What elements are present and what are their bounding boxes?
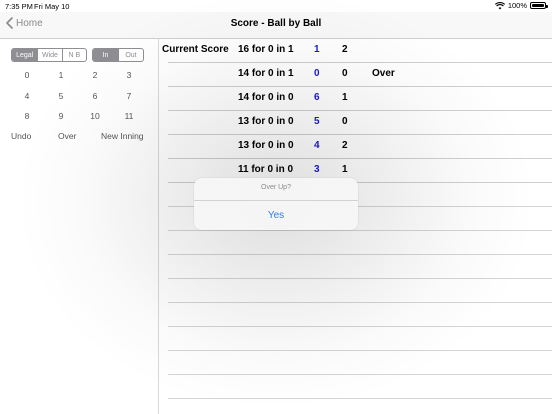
navigation-bar: Home Score - Ball by Ball	[0, 12, 552, 39]
runs-cell: 6	[314, 92, 320, 103]
key-1[interactable]: 1	[46, 70, 76, 80]
wifi-icon	[494, 1, 505, 9]
runs-cell: 5	[314, 116, 320, 127]
battery-icon	[530, 2, 548, 9]
key-8[interactable]: 8	[12, 111, 42, 121]
in-out-segmented-control: In Out	[92, 48, 144, 62]
segment-in[interactable]: In	[93, 49, 118, 61]
alert-title: Over Up?	[261, 184, 291, 191]
empty-row	[168, 303, 552, 327]
empty-row	[168, 231, 552, 255]
empty-row	[168, 375, 552, 399]
runs-cell: 3	[314, 164, 320, 175]
status-bar: 7:35 PM Fri May 10 100%	[0, 0, 552, 12]
score-cell: 13 for 0 in 0	[238, 140, 294, 151]
note-cell: Over	[372, 68, 395, 79]
status-time: 7:35 PM	[5, 2, 33, 11]
current-score-label: Current Score	[162, 44, 229, 55]
scoring-sidebar: Legal Wide N B In Out 0 1 2 3 4 5 6 7 8 …	[0, 39, 159, 414]
table-row: 14 for 0 in 1 0 0 Over	[168, 63, 552, 87]
segment-legal[interactable]: Legal	[12, 49, 38, 61]
table-row: 13 for 0 in 0 5 0	[168, 111, 552, 135]
status-date: Fri May 10	[34, 2, 70, 11]
empty-row	[168, 351, 552, 375]
segment-wide[interactable]: Wide	[37, 49, 61, 61]
new-inning-button[interactable]: New Inning	[101, 131, 144, 141]
score-cell: 16 for 0 in 1	[238, 44, 294, 55]
over-up-alert: Over Up? Yes	[194, 178, 358, 230]
score-cell: 14 for 0 in 0	[238, 92, 294, 103]
balls-cell: 0	[342, 68, 348, 79]
table-row: 14 for 0 in 0 6 1	[168, 87, 552, 111]
table-row: 13 for 0 in 0 4 2	[168, 135, 552, 159]
key-6[interactable]: 6	[80, 91, 110, 101]
empty-row	[168, 255, 552, 279]
key-10[interactable]: 10	[80, 111, 110, 121]
key-7[interactable]: 7	[114, 91, 144, 101]
balls-cell: 2	[342, 44, 348, 55]
segment-out[interactable]: Out	[117, 49, 143, 61]
key-0[interactable]: 0	[12, 70, 42, 80]
undo-button[interactable]: Undo	[11, 131, 31, 141]
balls-cell: 2	[342, 140, 348, 151]
score-cell: 11 for 0 in 0	[238, 164, 294, 175]
empty-row	[168, 279, 552, 303]
balls-cell: 0	[342, 116, 348, 127]
key-2[interactable]: 2	[80, 70, 110, 80]
balls-cell: 1	[342, 164, 348, 175]
empty-row	[168, 327, 552, 351]
key-4[interactable]: 4	[12, 91, 42, 101]
key-3[interactable]: 3	[114, 70, 144, 80]
table-row: Current Score 16 for 0 in 1 1 2	[162, 39, 552, 63]
ball-type-segmented-control: Legal Wide N B	[11, 48, 87, 62]
page-title: Score - Ball by Ball	[230, 18, 322, 29]
battery-percent: 100%	[507, 1, 527, 10]
key-5[interactable]: 5	[46, 91, 76, 101]
balls-cell: 1	[342, 92, 348, 103]
runs-cell: 4	[314, 140, 320, 151]
alert-yes-button[interactable]: Yes	[194, 200, 358, 230]
key-9[interactable]: 9	[46, 111, 76, 121]
key-11[interactable]: 11	[114, 111, 144, 121]
over-button[interactable]: Over	[58, 131, 76, 141]
runs-cell: 0	[314, 68, 320, 79]
segment-no-ball[interactable]: N B	[61, 49, 86, 61]
score-cell: 13 for 0 in 0	[238, 116, 294, 127]
runs-cell: 1	[314, 44, 320, 55]
status-right: 100%	[494, 1, 548, 10]
score-cell: 14 for 0 in 1	[238, 68, 294, 79]
